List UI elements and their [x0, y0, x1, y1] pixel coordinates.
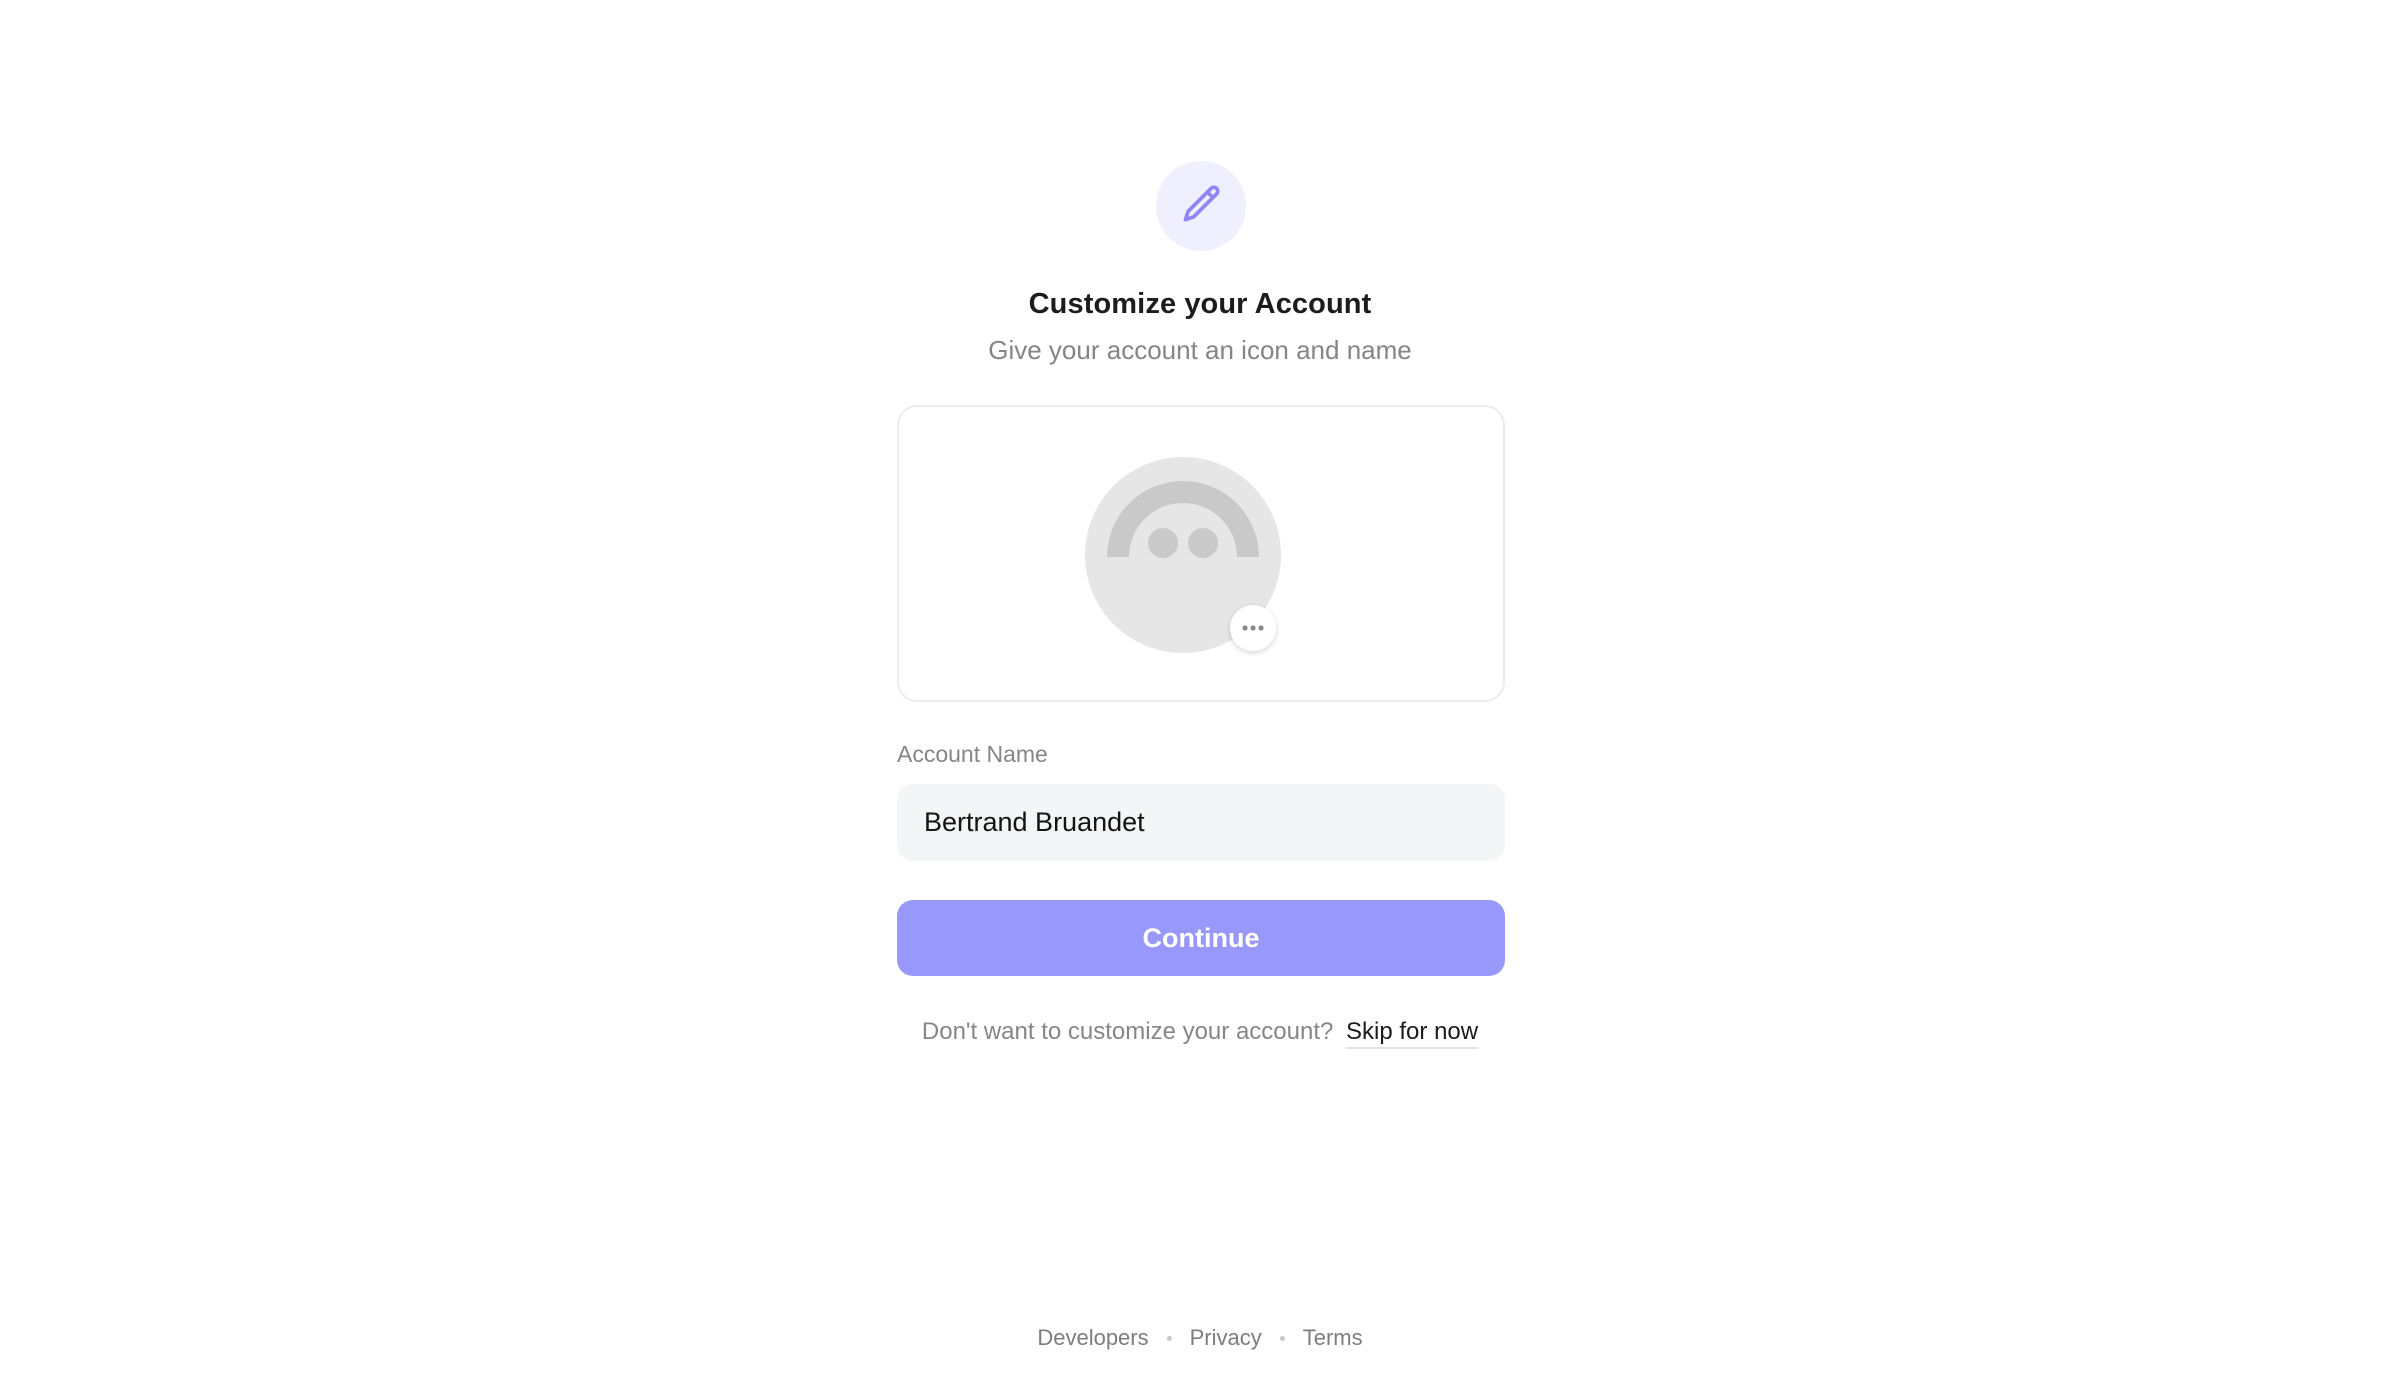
- skip-for-now-link[interactable]: Skip for now: [1346, 1018, 1479, 1049]
- avatar-options-button[interactable]: [1230, 605, 1276, 651]
- footer-link-privacy[interactable]: Privacy: [1190, 1325, 1262, 1351]
- header-icon-badge: [1156, 161, 1246, 251]
- footer-link-developers[interactable]: Developers: [1037, 1325, 1148, 1351]
- more-horizontal-icon: [1241, 619, 1265, 637]
- account-name-input[interactable]: [897, 784, 1505, 861]
- footer: Developers Privacy Terms: [0, 1325, 2400, 1351]
- continue-button[interactable]: Continue: [897, 900, 1505, 976]
- skip-row: Don't want to customize your account? Sk…: [0, 1018, 2400, 1049]
- pencil-icon: [1179, 182, 1223, 231]
- footer-separator: [1166, 1335, 1172, 1341]
- customize-account-page: Customize your Account Give your account…: [0, 0, 2400, 1395]
- page-title: Customize your Account: [1028, 288, 1372, 320]
- account-name-label: Account Name: [897, 741, 1048, 767]
- avatar-card: [897, 405, 1505, 702]
- footer-link-terms[interactable]: Terms: [1303, 1325, 1363, 1351]
- page-subtitle: Give your account an icon and name: [988, 335, 1412, 365]
- footer-separator: [1279, 1335, 1285, 1341]
- skip-prompt: Don't want to customize your account?: [921, 1018, 1334, 1045]
